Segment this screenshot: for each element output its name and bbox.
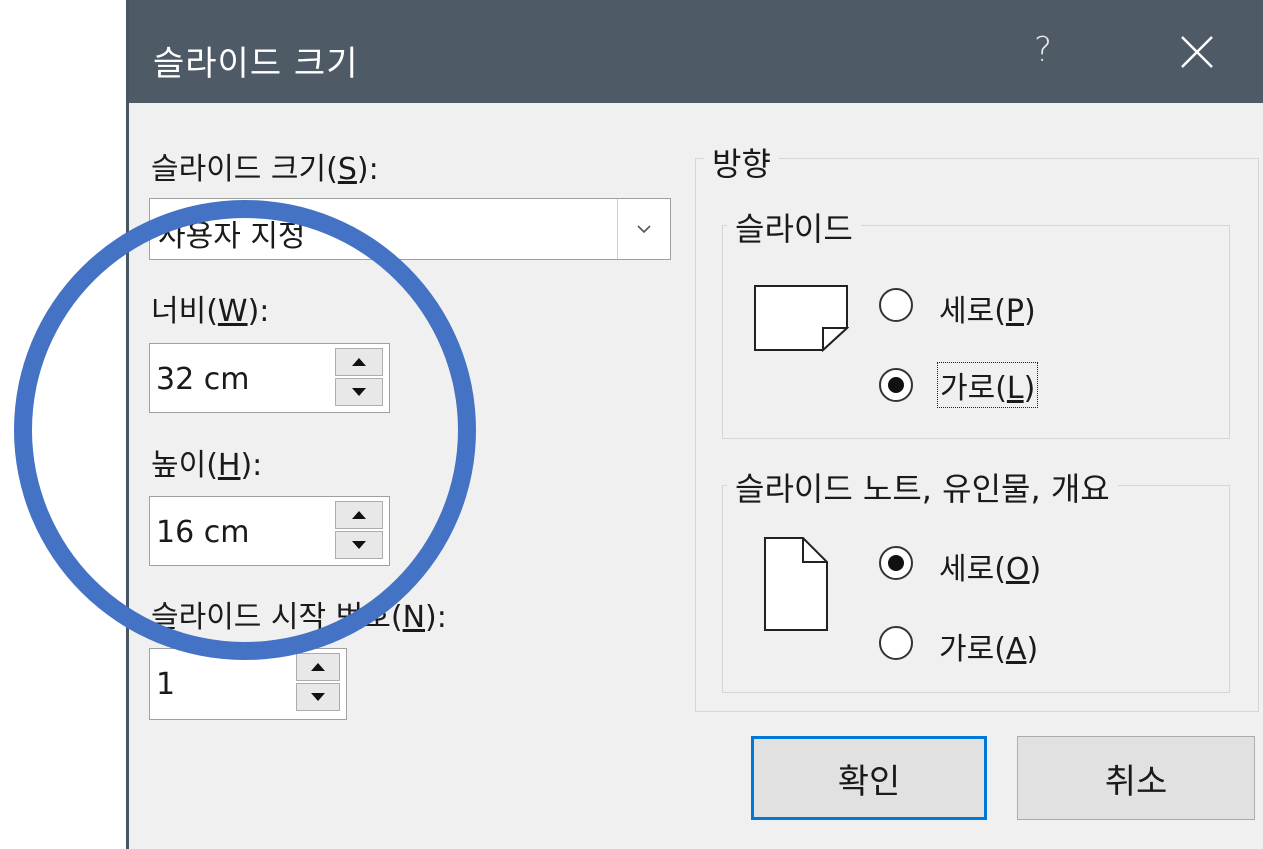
slides-portrait-label[interactable]: 세로(P): [939, 286, 1036, 330]
start-number-increment-button[interactable]: [296, 653, 340, 681]
width-value[interactable]: 32 cm: [156, 362, 249, 397]
width-label: 너비(W):: [151, 294, 270, 329]
width-stepper[interactable]: 32 cm: [149, 343, 390, 413]
start-number-value[interactable]: 1: [156, 667, 175, 702]
slides-orientation-group: 슬라이드 세로(P) 가로(L): [722, 204, 1230, 439]
dropdown-arrow-button[interactable]: [617, 199, 670, 259]
slides-landscape-label[interactable]: 가로(L): [937, 362, 1039, 408]
arrow-down-icon: [352, 541, 366, 549]
landscape-page-icon: [754, 285, 849, 352]
arrow-up-icon: [352, 358, 366, 366]
start-number-label: 슬라이드 시작 번호(N):: [151, 600, 447, 635]
slide-size-value: 사용자 지정: [158, 219, 306, 254]
notes-orientation-title: 슬라이드 노트, 유인물, 개요: [727, 464, 1118, 510]
close-button[interactable]: [1177, 32, 1217, 72]
height-decrement-button[interactable]: [335, 531, 383, 559]
slide-size-dropdown[interactable]: 사용자 지정: [149, 198, 671, 260]
height-label: 높이(H):: [151, 448, 263, 483]
slides-portrait-radio[interactable]: [879, 288, 913, 322]
arrow-up-icon: [352, 511, 366, 519]
slides-orientation-title: 슬라이드: [727, 204, 861, 250]
width-decrement-button[interactable]: [335, 378, 383, 406]
slides-landscape-radio[interactable]: [879, 368, 913, 402]
start-number-stepper[interactable]: 1: [149, 648, 347, 720]
slide-size-dialog: 슬라이드 크기 ? 슬라이드 크기(S): 사용자 지정 너비(W): 32 c…: [126, 0, 1263, 849]
ok-button[interactable]: 확인: [751, 736, 987, 820]
orientation-group: 방향 슬라이드 세로(P) 가로(L) 슬라이드 노트, 유인물, 개요 세로(…: [695, 139, 1259, 712]
height-increment-button[interactable]: [335, 501, 383, 529]
portrait-page-icon: [764, 537, 828, 631]
chevron-down-icon: [637, 225, 651, 234]
start-number-decrement-button[interactable]: [296, 683, 340, 711]
notes-landscape-label[interactable]: 가로(A): [939, 624, 1038, 668]
radio-selected-dot: [888, 555, 904, 571]
height-stepper[interactable]: 16 cm: [149, 496, 390, 566]
notes-landscape-radio[interactable]: [879, 626, 913, 660]
width-increment-button[interactable]: [335, 348, 383, 376]
close-icon: [1181, 36, 1213, 68]
orientation-title: 방향: [704, 139, 779, 185]
arrow-down-icon: [311, 693, 325, 701]
arrow-down-icon: [352, 388, 366, 396]
notes-orientation-group: 슬라이드 노트, 유인물, 개요 세로(O) 가로(A): [722, 464, 1230, 693]
help-button[interactable]: ?: [1034, 30, 1064, 70]
cancel-button[interactable]: 취소: [1017, 736, 1255, 820]
notes-portrait-radio[interactable]: [879, 546, 913, 580]
height-value[interactable]: 16 cm: [156, 515, 249, 550]
dialog-title: 슬라이드 크기: [153, 44, 359, 84]
title-bar: 슬라이드 크기 ?: [129, 0, 1263, 103]
slide-size-label: 슬라이드 크기(S):: [151, 152, 379, 187]
radio-selected-dot: [888, 377, 904, 393]
arrow-up-icon: [311, 663, 325, 671]
notes-portrait-label[interactable]: 세로(O): [939, 544, 1041, 588]
